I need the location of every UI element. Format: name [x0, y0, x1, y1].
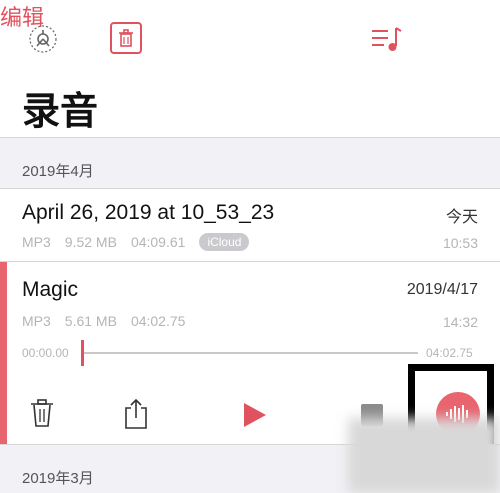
section-label: 2019年4月 [22, 163, 94, 180]
recording-date: 今天 [445, 209, 478, 226]
list-item[interactable]: April 26, 2019 at 10_53_23 MP3 9.52 MB 0… [0, 189, 500, 261]
watermark-blur [348, 418, 500, 493]
scrubber-total-time: 04:02.75 [426, 346, 473, 360]
page-title: 录音 [22, 91, 99, 133]
play-icon [244, 403, 266, 427]
recording-time: 14:32 [442, 314, 478, 330]
recording-meta: MP3 5.61 MB 04:02.75 [22, 313, 185, 329]
delete-all-button[interactable] [110, 22, 142, 54]
edit-button[interactable]: 编辑 [0, 0, 500, 32]
recording-format: MP3 [22, 313, 51, 329]
recording-format: MP3 [22, 234, 51, 250]
trash-icon [119, 29, 133, 47]
share-icon [125, 398, 147, 429]
recording-date: 2019/4/17 [406, 281, 478, 298]
delete-button[interactable] [30, 398, 54, 432]
section-header: 2019年4月 [0, 138, 500, 188]
selection-indicator [0, 262, 7, 444]
recording-size: 5.61 MB [64, 313, 117, 329]
settings-icon[interactable] [26, 22, 60, 56]
trash-icon [31, 399, 53, 427]
recording-duration: 04:02.75 [130, 313, 186, 329]
playlist-icon[interactable] [370, 26, 404, 54]
icloud-badge: iCloud [199, 233, 250, 251]
recording-title: Magic [22, 278, 79, 301]
recording-size: 9.52 MB [64, 234, 117, 250]
share-button[interactable] [123, 398, 149, 432]
recording-title: April 26, 2019 at 10_53_23 [22, 201, 275, 224]
scrubber-handle[interactable] [81, 340, 84, 366]
play-button[interactable] [242, 402, 268, 436]
scrubber-current-time: 00:00.00 [22, 346, 69, 360]
section-label: 2019年3月 [22, 470, 94, 487]
top-bar: 编辑 [0, 0, 500, 80]
scrubber-track[interactable] [82, 352, 418, 354]
recording-duration: 04:09.61 [130, 234, 186, 250]
recording-time: 10:53 [442, 235, 478, 251]
recording-meta: MP3 9.52 MB 04:09.61 iCloud [22, 233, 250, 251]
